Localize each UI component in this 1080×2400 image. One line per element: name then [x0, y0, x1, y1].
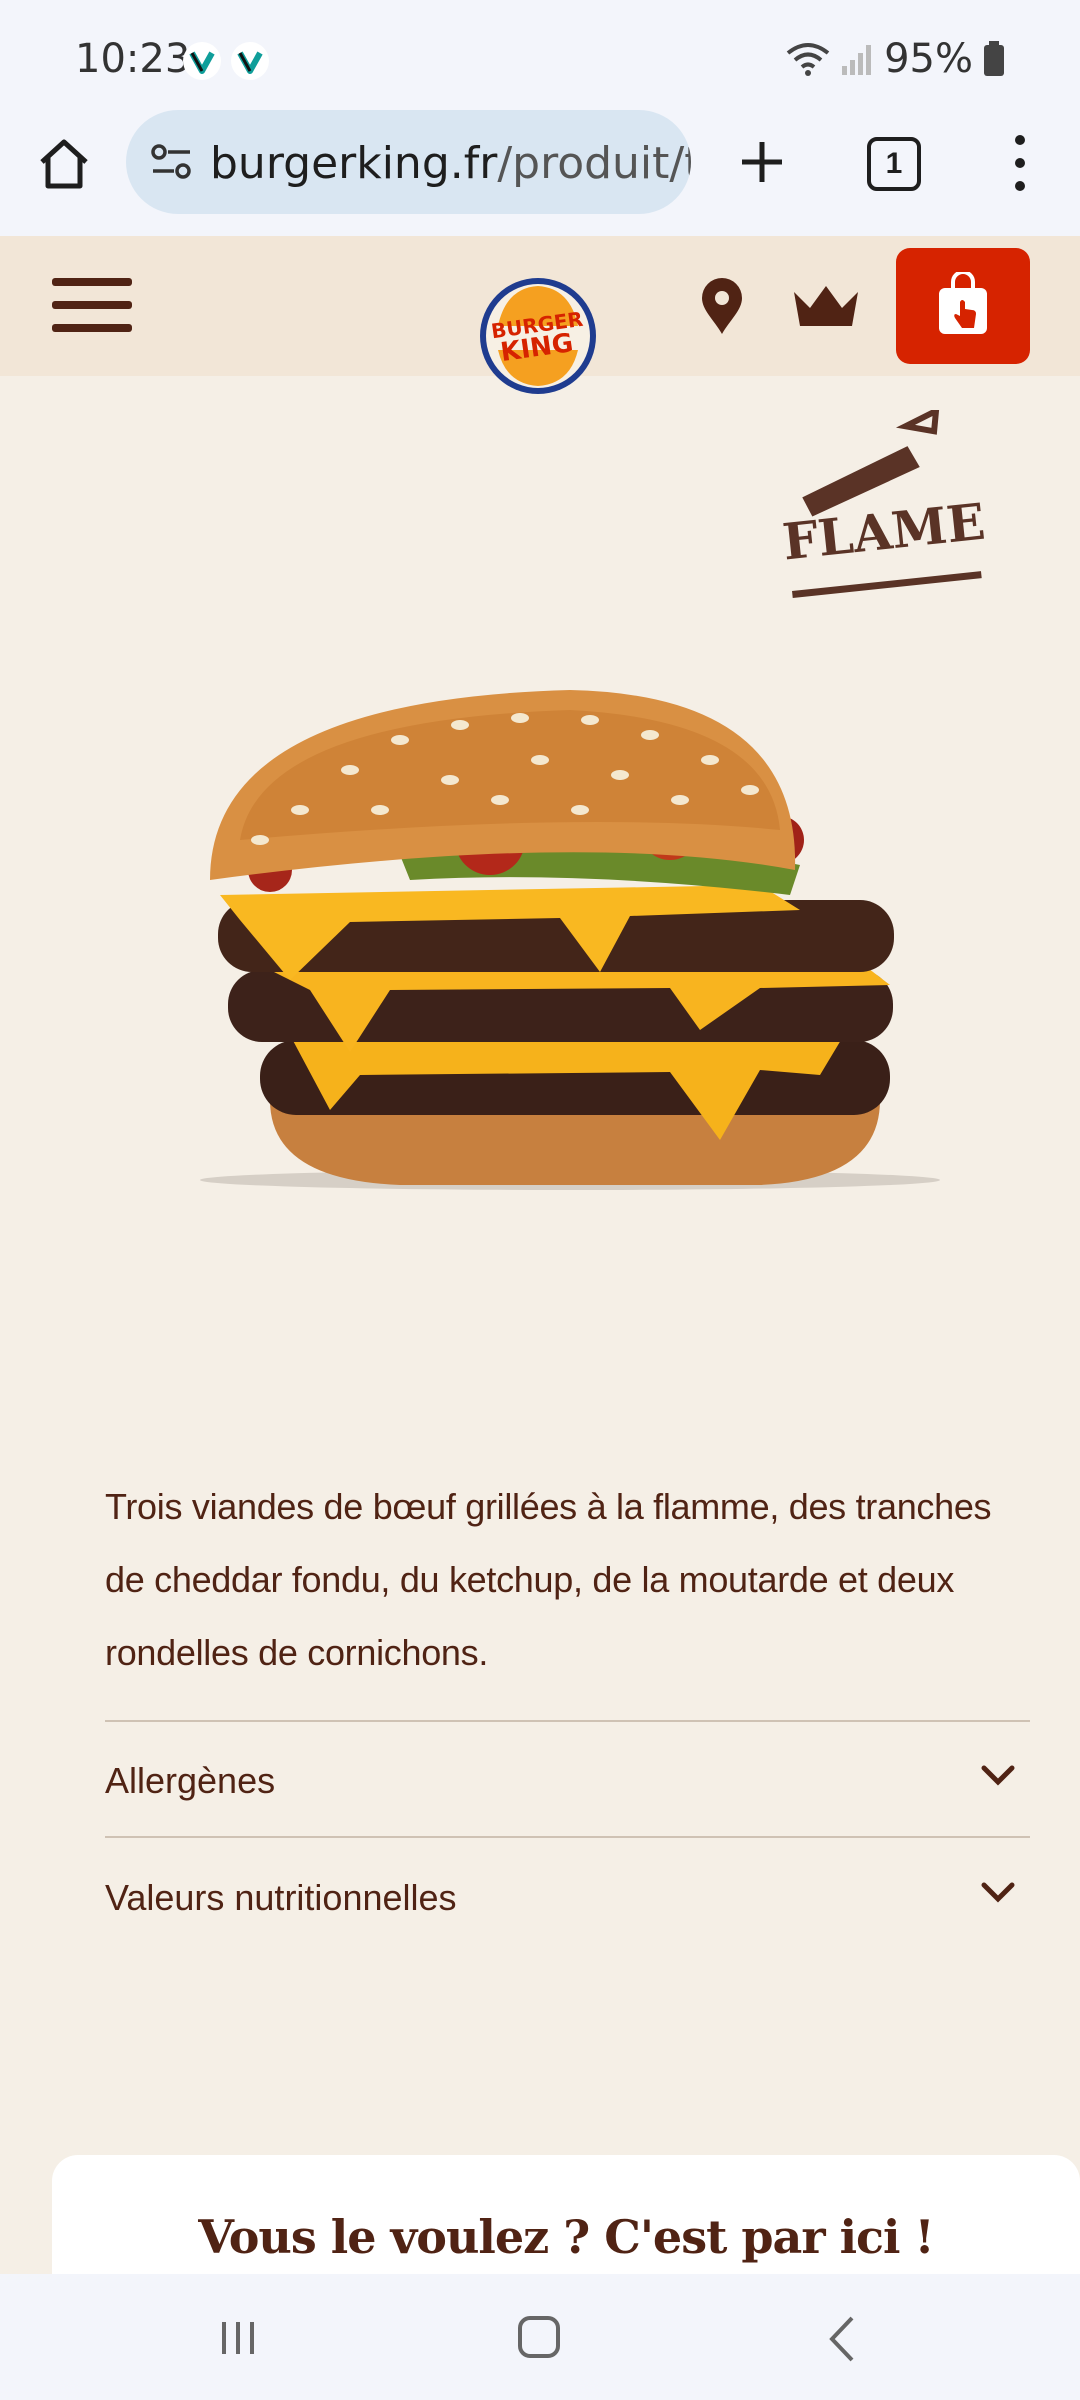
url-path: /produit/t [497, 138, 691, 189]
battery-icon [984, 41, 1004, 76]
tab-switcher-button[interactable]: 1 [867, 137, 921, 191]
wifi-icon [786, 43, 830, 76]
system-nav-bar [0, 2274, 1080, 2400]
burger-king-logo[interactable]: BURGER KING [476, 274, 600, 398]
location-pin-icon[interactable] [694, 276, 750, 336]
signal-icon [842, 45, 872, 75]
order-card: Vous le voulez ? C'est par ici ! [52, 2155, 1080, 2275]
order-card-title: Vous le voulez ? C'est par ici ! [198, 2210, 934, 2264]
accordion-label: Allergènes [105, 1760, 276, 1801]
burger-image [200, 690, 940, 1190]
home-icon[interactable] [32, 132, 96, 196]
crown-icon[interactable] [790, 282, 862, 330]
cart-button[interactable] [896, 248, 1030, 364]
status-time: 10:23 [75, 36, 191, 82]
chevron-down-icon[interactable] [980, 1764, 1016, 1788]
status-right: 95% [786, 36, 1005, 82]
new-tab-icon[interactable] [730, 130, 794, 194]
site-header: BURGER KING [0, 236, 1080, 394]
product-description: Trois viandes de bœuf grillées à la flam… [105, 1486, 992, 1673]
battery-percent: 95% [884, 36, 973, 82]
site-settings-icon[interactable] [148, 138, 196, 186]
vpn-v-icon [183, 42, 221, 80]
chevron-down-icon[interactable] [980, 1881, 1016, 1905]
vpn-v-icon [231, 42, 269, 80]
home-button[interactable] [518, 2316, 560, 2358]
flame-grilled-badge: FLAME GRILLED [780, 410, 984, 598]
accordion-valeurs-nutritionnelles[interactable]: Valeurs nutritionnelles [105, 1839, 1030, 1951]
cart-icon [939, 272, 987, 334]
browser-toolbar: burgerking.fr/produit/t 1 [0, 110, 1080, 238]
url-domain: burgerking.fr [210, 138, 498, 189]
back-icon[interactable] [822, 2314, 862, 2364]
accordion-label: Valeurs nutritionnelles [105, 1877, 457, 1918]
status-bar: 10:23 95% [0, 0, 1080, 110]
recent-apps-icon[interactable] [218, 2318, 258, 2358]
accordion-allergenes[interactable]: Allergènes [105, 1722, 1030, 1834]
divider [105, 1836, 1030, 1838]
url-bar[interactable]: burgerking.fr/produit/t [126, 110, 691, 214]
url-text[interactable]: burgerking.fr/produit/t [210, 138, 691, 189]
menu-icon[interactable] [52, 278, 132, 334]
overflow-menu-icon[interactable] [1000, 128, 1040, 198]
